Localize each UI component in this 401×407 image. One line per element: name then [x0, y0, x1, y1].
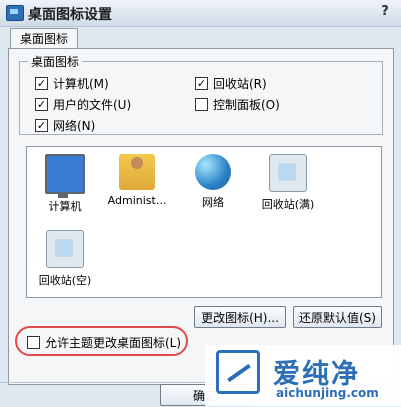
list-item-user-files[interactable]: Administ...: [102, 154, 172, 207]
list-item-recycle-empty[interactable]: 回收站(空): [30, 230, 100, 288]
checkbox-user-files-box[interactable]: ✓: [35, 98, 48, 111]
checkbox-network-box[interactable]: ✓: [35, 119, 48, 132]
allow-theme-checkbox-box[interactable]: [27, 336, 40, 349]
checkbox-user-files[interactable]: ✓ 用户的文件(U): [35, 96, 131, 113]
list-item-label: 网络: [202, 196, 224, 209]
checkbox-network-label: 网络(N): [53, 119, 96, 133]
group-title: 桌面图标: [28, 53, 83, 70]
checkbox-recycle-bin-box[interactable]: ✓: [195, 77, 208, 90]
checkbox-user-files-label: 用户的文件(U): [53, 98, 132, 112]
recycle-bin-empty-icon: [46, 230, 84, 268]
watermark-logo-icon: [216, 350, 260, 394]
checkbox-control-panel-box[interactable]: [195, 98, 208, 111]
allow-theme-label: 允许主题更改桌面图标(L): [45, 336, 182, 350]
checkbox-computer-box[interactable]: ✓: [35, 77, 48, 90]
help-button[interactable]: ?: [375, 3, 395, 21]
list-item-computer[interactable]: 计算机: [30, 154, 100, 214]
computer-icon: [45, 154, 85, 198]
user-folder-icon: [119, 154, 155, 190]
list-item-recycle-full[interactable]: 回收站(满): [253, 154, 323, 212]
list-item-label: 计算机: [48, 200, 82, 213]
checkbox-control-panel-label: 控制面板(O): [213, 98, 280, 112]
list-item-label: 回收站(空): [38, 274, 92, 287]
watermark-url: aichunjing.com: [276, 386, 379, 400]
network-icon: [195, 154, 231, 190]
restore-default-button[interactable]: 还原默认值(S): [293, 306, 382, 328]
window-title: 桌面图标设置: [28, 7, 112, 23]
checkbox-recycle-bin-label: 回收站(R): [213, 77, 267, 91]
checkbox-computer-label: 计算机(M): [53, 77, 109, 91]
checkbox-network[interactable]: ✓ 网络(N): [35, 117, 95, 134]
list-item-label: 回收站(满): [261, 198, 315, 211]
list-item-label: Administ...: [107, 194, 167, 207]
checkbox-computer[interactable]: ✓ 计算机(M): [35, 75, 109, 92]
checkbox-recycle-bin[interactable]: ✓ 回收站(R): [195, 75, 267, 92]
allow-theme-checkbox[interactable]: 允许主题更改桌面图标(L): [27, 334, 181, 351]
tab-desktop-icons[interactable]: 桌面图标: [10, 28, 78, 49]
recycle-bin-full-icon: [269, 154, 307, 192]
checkbox-control-panel[interactable]: 控制面板(O): [195, 96, 280, 113]
window-app-icon: [6, 5, 24, 21]
title-bar: 桌面图标设置 ?: [0, 0, 401, 27]
list-item-network[interactable]: 网络: [178, 154, 248, 210]
change-icon-button[interactable]: 更改图标(H)...: [194, 306, 286, 328]
